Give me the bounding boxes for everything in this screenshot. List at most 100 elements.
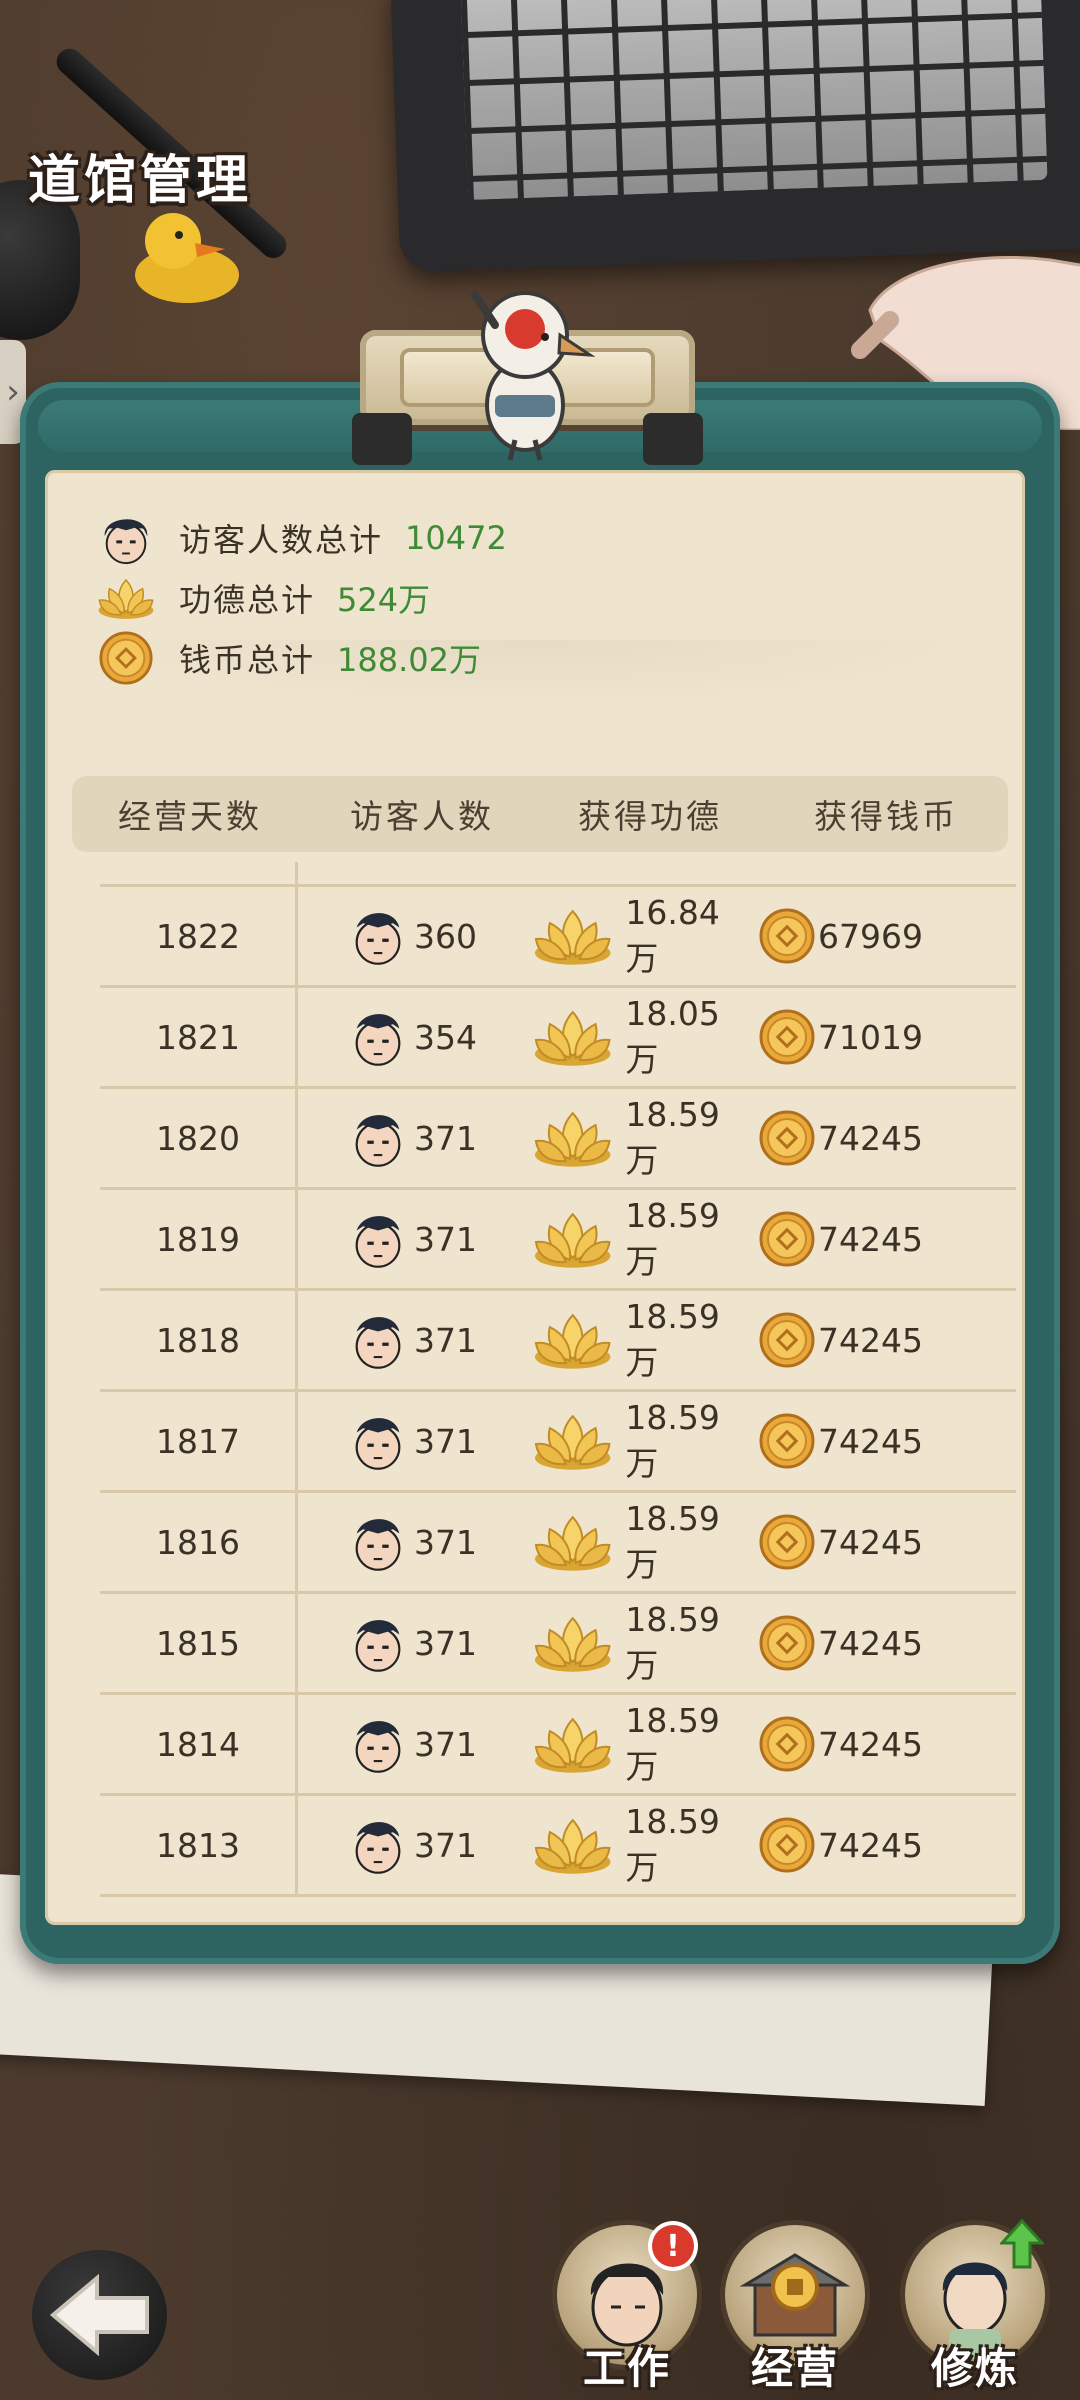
table-row: 1821 354 18.05万 71019: [100, 988, 1016, 1089]
lotus-merit-icon: [534, 1717, 611, 1773]
coins-value: 74245: [818, 1320, 923, 1360]
coins-cell: 71019: [752, 1008, 1016, 1066]
visitors-cell: 371: [296, 1207, 524, 1271]
history-table[interactable]: 1822 360 16.84万 67969 1821 354 18.05万 71…: [100, 862, 1016, 1897]
lotus-merit-icon: [534, 1111, 611, 1167]
lotus-merit-icon: [534, 1616, 611, 1672]
visitor-face-icon: [355, 1317, 401, 1369]
visitors-value: 371: [414, 1421, 477, 1461]
summary-row-merit: 功德总计 524万: [95, 568, 795, 628]
visitors-cell: 354: [296, 1005, 524, 1069]
rubber-duck-icon: [135, 213, 239, 303]
table-row: 1814 371 18.59万 74245: [100, 1695, 1016, 1796]
nav-label: 经营: [750, 2344, 839, 2393]
lotus-merit-icon: [534, 1313, 611, 1369]
day-cell: 1821: [156, 1017, 240, 1057]
merit-cell: 18.59万: [524, 1398, 752, 1485]
table-row-partial: [100, 862, 1016, 887]
nav-manage-button[interactable]: 经营: [720, 2225, 870, 2395]
summary-row-coins: 钱币总计 188.02万: [95, 628, 795, 688]
visitors-cell: 371: [296, 1813, 524, 1877]
merit-cell: 18.59万: [524, 1701, 752, 1788]
totals-summary: 访客人数总计 10472 功德总计 524万 钱币总计 188.02万: [95, 508, 795, 688]
merit-value: 18.59万: [625, 1599, 720, 1685]
nav-cultivate-button[interactable]: 修炼: [900, 2219, 1050, 2395]
copper-coin-icon: [759, 1110, 815, 1166]
summary-label: 访客人数总计: [179, 521, 384, 559]
lotus-merit-icon: [534, 909, 611, 965]
visitor-face-icon: [355, 1115, 401, 1167]
visitor-face-icon: [95, 509, 157, 567]
nav-label: 工作: [582, 2344, 671, 2393]
copper-coin-icon: [759, 1817, 815, 1873]
merit-value: 18.59万: [625, 1801, 720, 1887]
coins-value: 71019: [818, 1017, 923, 1057]
day-cell: 1820: [156, 1118, 240, 1158]
coins-value: 74245: [818, 1421, 923, 1461]
coins-value: 74245: [818, 1522, 923, 1562]
merit-cell: 18.59万: [524, 1499, 752, 1586]
visitors-value: 371: [414, 1219, 477, 1259]
coins-cell: 74245: [752, 1311, 1016, 1369]
day-cell: 1815: [156, 1623, 240, 1663]
coins-cell: 74245: [752, 1412, 1016, 1470]
copper-coin-icon: [759, 1716, 815, 1772]
coins-value: 74245: [818, 1219, 923, 1259]
visitors-cell: 371: [296, 1409, 524, 1473]
visitors-cell: 371: [296, 1611, 524, 1675]
visitors-cell: 371: [296, 1712, 524, 1776]
column-header-days: 经营天数: [118, 797, 262, 836]
day-cell: 1814: [156, 1724, 240, 1764]
coins-cell: 74245: [752, 1210, 1016, 1268]
table-row: 1815 371 18.59万 74245: [100, 1594, 1016, 1695]
table-row: 1813 371 18.59万 74245: [100, 1796, 1016, 1897]
merit-cell: 18.05万: [524, 994, 752, 1081]
day-cell: 1819: [156, 1219, 240, 1259]
column-header-coins: 获得钱币: [814, 797, 958, 836]
table-row: 1819 371 18.59万 74245: [100, 1190, 1016, 1291]
nav-work-button[interactable]: ! 工作: [552, 2225, 702, 2395]
merit-cell: 18.59万: [524, 1802, 752, 1889]
visitors-cell: 371: [296, 1106, 524, 1170]
visitor-face-icon: [355, 1014, 401, 1066]
summary-value: 10472: [405, 519, 507, 557]
visitors-cell: 371: [296, 1308, 524, 1372]
merit-cell: 16.84万: [524, 893, 752, 980]
merit-value: 18.59万: [625, 1296, 720, 1382]
visitor-face-icon: [355, 1721, 401, 1773]
lotus-merit-icon: [534, 1414, 611, 1470]
visitor-face-icon: [355, 1216, 401, 1268]
coins-value: 74245: [818, 1724, 923, 1764]
coins-cell: 67969: [752, 907, 1016, 965]
merit-value: 18.59万: [625, 1397, 720, 1483]
column-header-visitors: 访客人数: [350, 797, 494, 836]
back-arrow-icon: [49, 2273, 149, 2357]
merit-value: 16.84万: [625, 892, 720, 978]
table-header: 经营天数 访客人数 获得功德 获得钱币: [72, 776, 1008, 852]
copper-coin-icon: [759, 1514, 815, 1570]
copper-coin-icon: [759, 1312, 815, 1368]
merit-cell: 18.59万: [524, 1196, 752, 1283]
coins-cell: 74245: [752, 1109, 1016, 1167]
summary-row-visitors: 访客人数总计 10472: [95, 508, 795, 568]
coins-cell: 74245: [752, 1816, 1016, 1874]
visitors-cell: 360: [296, 904, 524, 968]
table-row: 1816 371 18.59万 74245: [100, 1493, 1016, 1594]
coins-value: 74245: [818, 1825, 923, 1865]
merit-value: 18.59万: [625, 1700, 720, 1786]
lotus-merit-icon: [534, 1212, 611, 1268]
table-row: 1822 360 16.84万 67969: [100, 887, 1016, 988]
day-cell: 1816: [156, 1522, 240, 1562]
coins-cell: 74245: [752, 1715, 1016, 1773]
nav-label: 修炼: [930, 2344, 1019, 2393]
visitors-value: 371: [414, 1724, 477, 1764]
table-row: 1818 371 18.59万 74245: [100, 1291, 1016, 1392]
back-button[interactable]: [32, 2250, 167, 2380]
merit-value: 18.05万: [625, 993, 720, 1079]
copper-coin-icon: [759, 1615, 815, 1671]
day-cell: 1818: [156, 1320, 240, 1360]
lotus-merit-icon: [534, 1818, 611, 1874]
day-cell: 1817: [156, 1421, 240, 1461]
merit-value: 18.59万: [625, 1195, 720, 1281]
visitors-value: 360: [414, 916, 477, 956]
